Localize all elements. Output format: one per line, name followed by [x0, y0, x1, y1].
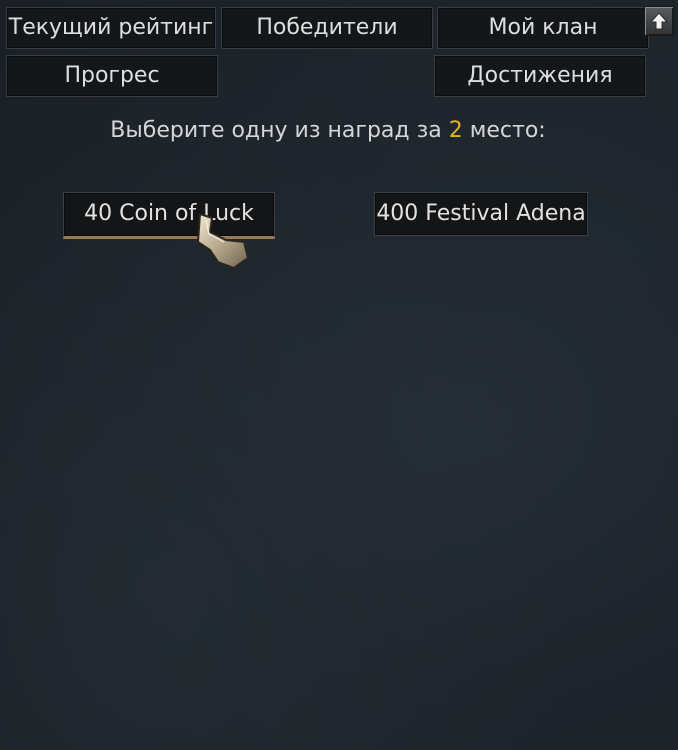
reward-prompt: Выберите одну из наград за 2 место: [0, 118, 656, 143]
arrow-up-icon [649, 12, 669, 30]
tab-progress[interactable]: Прогрес [6, 55, 218, 97]
tab-my-clan[interactable]: Мой клан [437, 7, 649, 49]
reward-button-festival-adena[interactable]: 400 Festival Adena [374, 192, 588, 236]
prompt-text-after: место: [462, 118, 546, 143]
prompt-text-before: Выберите одну из наград за [110, 118, 449, 143]
reward-button-coin-of-luck[interactable]: 40 Coin of Luck [63, 192, 275, 239]
tab-achievements[interactable]: Достижения [434, 55, 646, 97]
place-number: 2 [448, 118, 463, 143]
tab-current-rating[interactable]: Текущий рейтинг [6, 7, 216, 49]
ranking-window: Текущий рейтинг Победители Мой клан Прог… [0, 0, 678, 750]
scroll-up-button[interactable] [644, 6, 674, 36]
tab-winners[interactable]: Победители [221, 7, 433, 49]
